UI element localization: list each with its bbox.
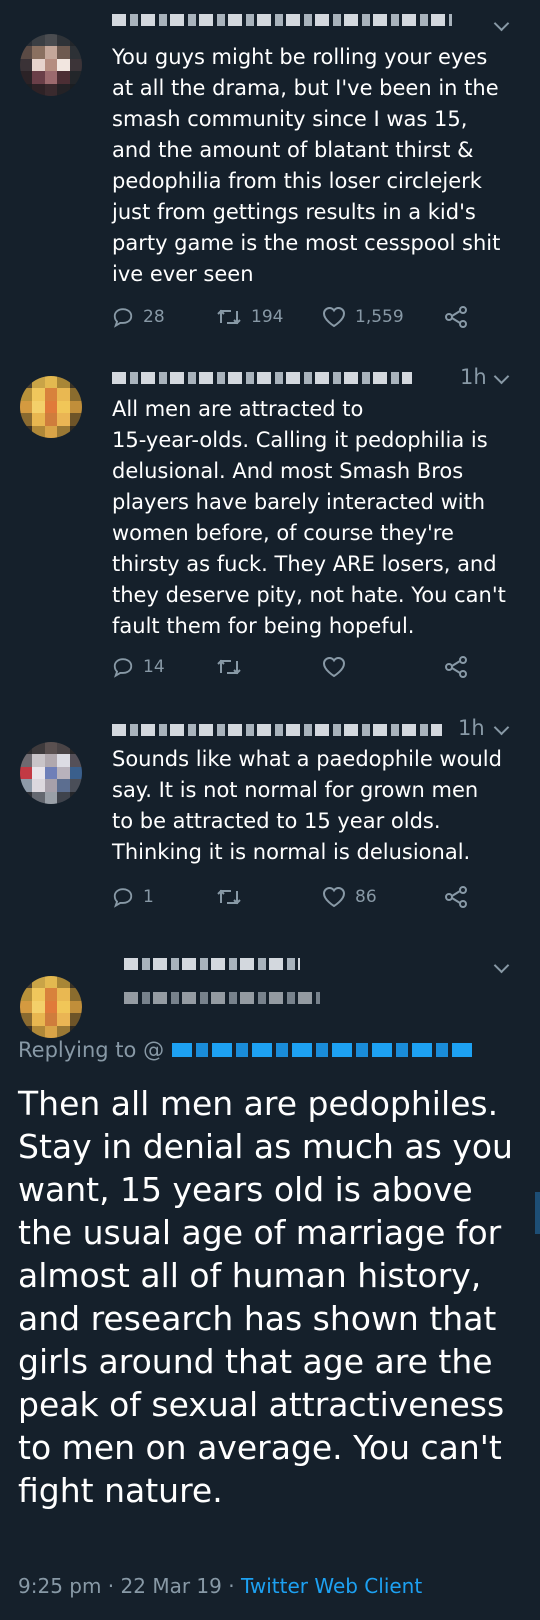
reply-button[interactable]: 1: [112, 886, 154, 908]
tweet-actions: 1 86: [112, 886, 532, 916]
redacted-username: [112, 724, 442, 736]
like-count: 1,559: [355, 307, 404, 327]
avatar[interactable]: [20, 742, 82, 804]
focused-tweet-text: Then all men are pedophiles. Stay in den…: [18, 1084, 513, 1510]
redacted-username: [112, 372, 412, 384]
tweet-text: Sounds like what a paedophile would say.…: [112, 747, 502, 864]
replying-to-label: Replying to @: [18, 1038, 165, 1062]
retweet-icon: [216, 656, 242, 678]
share-icon: [444, 656, 468, 678]
share-icon: [444, 306, 468, 328]
avatar[interactable]: [20, 976, 82, 1038]
like-button[interactable]: 1,559: [322, 306, 404, 328]
share-icon: [444, 886, 468, 908]
replying-to: Replying to @: [18, 1038, 473, 1062]
redacted-handle: [124, 992, 320, 1004]
reply-button[interactable]: 28: [112, 306, 165, 328]
redacted-reply-handle[interactable]: [172, 1043, 473, 1057]
tweet-actions: 14: [112, 656, 532, 686]
tweet-time[interactable]: 1h: [460, 365, 487, 389]
share-button[interactable]: [444, 306, 468, 328]
like-button[interactable]: [322, 656, 355, 678]
chevron-down-icon[interactable]: [493, 15, 510, 32]
reply-button[interactable]: 14: [112, 656, 165, 678]
scrollbar[interactable]: [535, 1192, 540, 1234]
avatar[interactable]: [20, 376, 82, 438]
timestamp-text: 9:25 pm · 22 Mar 19 ·: [18, 1574, 241, 1598]
heart-icon: [322, 306, 346, 328]
tweet-1[interactable]: You guys might be rolling your eyes at a…: [0, 0, 540, 350]
tweet-3[interactable]: 1h Sounds like what a paedophile would s…: [0, 716, 540, 950]
retweet-icon: [216, 306, 242, 328]
reply-icon: [112, 656, 134, 678]
chevron-down-icon[interactable]: [493, 719, 510, 736]
retweet-count: 194: [251, 307, 284, 327]
tweet-actions: 28 194 1,559: [112, 306, 532, 336]
tweet-timestamp: 9:25 pm · 22 Mar 19 · Twitter Web Client: [18, 1574, 422, 1598]
chevron-down-icon[interactable]: [493, 368, 510, 385]
retweet-button[interactable]: [216, 886, 251, 908]
share-button[interactable]: [444, 656, 468, 678]
reply-count: 14: [143, 657, 165, 677]
heart-icon: [322, 656, 346, 678]
retweet-icon: [216, 886, 242, 908]
like-count: 86: [355, 887, 377, 907]
reply-icon: [112, 306, 134, 328]
like-button[interactable]: 86: [322, 886, 377, 908]
tweet-text: You guys might be rolling your eyes at a…: [112, 45, 501, 286]
tweet-2[interactable]: 1h All men are attracted to 15-year-olds…: [0, 350, 540, 720]
avatar[interactable]: [20, 34, 82, 96]
heart-icon: [322, 886, 346, 908]
reply-icon: [112, 886, 134, 908]
retweet-button[interactable]: 194: [216, 306, 283, 328]
share-button[interactable]: [444, 886, 468, 908]
client-link[interactable]: Twitter Web Client: [241, 1574, 422, 1598]
redacted-display-name: [124, 958, 300, 970]
reply-count: 1: [143, 887, 154, 907]
retweet-button[interactable]: [216, 656, 251, 678]
tweet-time[interactable]: 1h: [458, 716, 485, 740]
chevron-down-icon[interactable]: [493, 957, 510, 974]
reply-count: 28: [143, 307, 165, 327]
tweet-text: All men are attracted to 15-year-olds. C…: [112, 397, 506, 638]
redacted-username: [112, 14, 452, 26]
